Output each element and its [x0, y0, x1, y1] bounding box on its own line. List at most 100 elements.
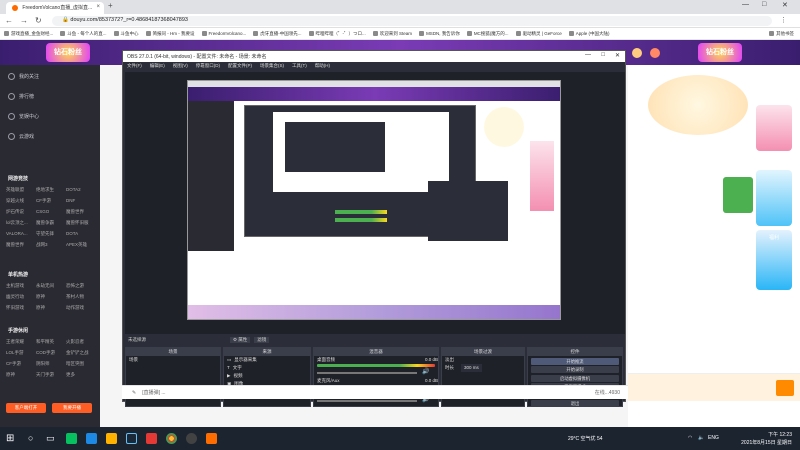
- game-link[interactable]: 魔兽争霸: [36, 220, 66, 226]
- menu-icon[interactable]: ⋮: [780, 16, 787, 24]
- folder-icon[interactable]: [106, 433, 117, 444]
- volume-slider[interactable]: [317, 372, 417, 374]
- sidebar-item-cloud-game[interactable]: 云游戏: [8, 133, 34, 140]
- chrome-icon[interactable]: [166, 433, 177, 444]
- game-link[interactable]: lol云顶之...: [6, 220, 36, 226]
- sidebar-item-follow[interactable]: 我的关注: [8, 73, 39, 80]
- game-link[interactable]: 金铲铲之战: [66, 350, 96, 356]
- ime-indicator[interactable]: ENG: [708, 435, 719, 441]
- menu-edit[interactable]: 编辑(E): [150, 63, 165, 70]
- bookmark-item[interactable]: 欢迎来到 Steam: [372, 31, 412, 37]
- search-icon[interactable]: ○: [28, 433, 39, 444]
- game-link[interactable]: 火影忍者: [66, 339, 96, 345]
- start-streaming-button[interactable]: 开始推流: [531, 357, 619, 365]
- other-bookmarks[interactable]: 其他书签: [769, 31, 794, 37]
- game-link[interactable]: 穿越火线: [6, 198, 36, 204]
- menu-tools[interactable]: 工具(T): [292, 63, 307, 70]
- windows-start-icon[interactable]: ⊞: [6, 433, 17, 444]
- network-icon[interactable]: ◠: [688, 435, 692, 441]
- game-link[interactable]: 魔兽世界: [66, 209, 96, 215]
- game-link[interactable]: 怀旧游戏: [6, 305, 36, 311]
- menu-profile[interactable]: 配置文件(P): [228, 63, 252, 70]
- game-link[interactable]: 幽灵行动: [6, 294, 36, 300]
- bookmark-item[interactable]: 虎牙直播-中国领先...: [253, 31, 302, 37]
- tab-close-icon[interactable]: ×: [96, 4, 100, 10]
- game-link[interactable]: DOTA: [66, 231, 96, 237]
- game-link[interactable]: 绝地求生: [36, 187, 66, 193]
- obs-preview[interactable]: [125, 72, 625, 334]
- forward-icon[interactable]: →: [20, 16, 28, 25]
- bookmark-item[interactable]: 游戏直播_金鱼财经...: [4, 31, 53, 37]
- game-link[interactable]: 王者荣耀: [6, 339, 36, 345]
- close-window-button[interactable]: ✕: [782, 1, 788, 9]
- exit-button[interactable]: 退出: [531, 400, 619, 407]
- game-link[interactable]: 恐怖之游: [66, 283, 96, 289]
- game-link[interactable]: 更多: [66, 372, 96, 378]
- game-link[interactable]: 和平精英: [36, 339, 66, 345]
- bookmark-item[interactable]: MSDN, 我告诉你: [419, 31, 460, 37]
- obs-taskbar-icon[interactable]: [186, 433, 197, 444]
- start-stream-button[interactable]: 我要开播: [52, 403, 92, 413]
- edge-icon[interactable]: [86, 433, 97, 444]
- properties-button[interactable]: ⚙ 属性: [230, 337, 251, 343]
- clock-date[interactable]: 2021年8月15日 星期日: [734, 439, 792, 446]
- speaker-icon[interactable]: 🔊: [422, 368, 429, 375]
- weather-text[interactable]: 29°C 空气优 54: [568, 435, 603, 442]
- game-link[interactable]: 魔兽世界: [6, 242, 36, 248]
- bookmark-item[interactable]: FreedomVolcano...: [201, 31, 246, 36]
- diamond-fan-badge-right[interactable]: 钻石粉丝: [698, 43, 742, 62]
- game-link[interactable]: 原神: [6, 372, 36, 378]
- browser-tab-active[interactable]: FreedomVolcano直播_虚拟直... ×: [6, 2, 104, 14]
- game-link[interactable]: VALORA...: [6, 231, 36, 237]
- bookmark-item[interactable]: Apple (中国大陆): [568, 31, 610, 37]
- game-link[interactable]: CF手游: [36, 198, 66, 204]
- game-link[interactable]: 守望先锋: [36, 231, 66, 237]
- game-link[interactable]: 暗区突围: [66, 361, 96, 367]
- open-client-button[interactable]: 客户端打开: [6, 403, 46, 413]
- send-button[interactable]: [776, 380, 794, 396]
- game-link[interactable]: 原神: [36, 305, 66, 311]
- game-link[interactable]: 战网3: [36, 242, 66, 248]
- game-link[interactable]: 主机游戏: [6, 283, 36, 289]
- welfare-banner[interactable]: 福利: [756, 230, 792, 290]
- chat-input-area[interactable]: [628, 373, 800, 401]
- gift-card[interactable]: [723, 177, 753, 213]
- game-link[interactable]: 茶村人物: [66, 294, 96, 300]
- bookmark-item[interactable]: 斗鱼 - 每个人的直...: [60, 31, 107, 37]
- promo-banner[interactable]: [756, 105, 792, 151]
- bookmark-item[interactable]: 简报同 - Hm - 我要设: [145, 31, 195, 37]
- game-link[interactable]: COD手游: [36, 350, 66, 356]
- obs-close-icon[interactable]: ✕: [615, 52, 620, 59]
- task-view-icon[interactable]: ▭: [46, 433, 57, 444]
- game-link[interactable]: 英雄联盟: [6, 187, 36, 193]
- sidebar-item-rank[interactable]: 排行榜: [8, 93, 34, 100]
- source-item[interactable]: T 文字: [224, 364, 310, 372]
- minimize-button[interactable]: —: [742, 1, 749, 8]
- bookmark-item[interactable]: 斗鱼中心: [113, 31, 139, 37]
- clock-time[interactable]: 下午 12:23: [734, 431, 792, 438]
- virtual-camera-button[interactable]: 启动虚拟摄像机: [531, 374, 619, 382]
- app-icon[interactable]: [206, 433, 217, 444]
- avatar[interactable]: [650, 48, 660, 58]
- volume-slider[interactable]: [317, 400, 417, 402]
- promo-banner[interactable]: [756, 170, 792, 226]
- back-icon[interactable]: ←: [5, 16, 13, 25]
- game-link[interactable]: DNF: [66, 198, 96, 204]
- reload-icon[interactable]: ↻: [35, 16, 42, 25]
- wechat-icon[interactable]: [66, 433, 77, 444]
- game-link[interactable]: 天门手游: [36, 372, 66, 378]
- diamond-fan-badge[interactable]: 钻石粉丝: [46, 43, 90, 62]
- danmaku-hint[interactable]: [直播弹] ...: [142, 389, 165, 396]
- menu-docks[interactable]: 停靠窗口(D): [196, 63, 220, 70]
- game-link[interactable]: 动作游戏: [66, 305, 96, 311]
- steam-icon[interactable]: [126, 433, 137, 444]
- address-bar[interactable]: 🔒 douyu.com/8537372?_r=0.486841873680478…: [52, 16, 772, 26]
- source-item[interactable]: ▭显示器采集: [224, 356, 310, 364]
- game-link[interactable]: 炉石传说: [6, 209, 36, 215]
- game-link[interactable]: LOL手游: [6, 350, 36, 356]
- game-link[interactable]: DOTA2: [66, 187, 96, 193]
- menu-help[interactable]: 帮助(H): [315, 63, 330, 70]
- menu-file[interactable]: 文件(F): [127, 63, 142, 70]
- avatar[interactable]: [632, 48, 642, 58]
- bookmark-item[interactable]: 驱动精灵 | GeForce: [515, 31, 562, 37]
